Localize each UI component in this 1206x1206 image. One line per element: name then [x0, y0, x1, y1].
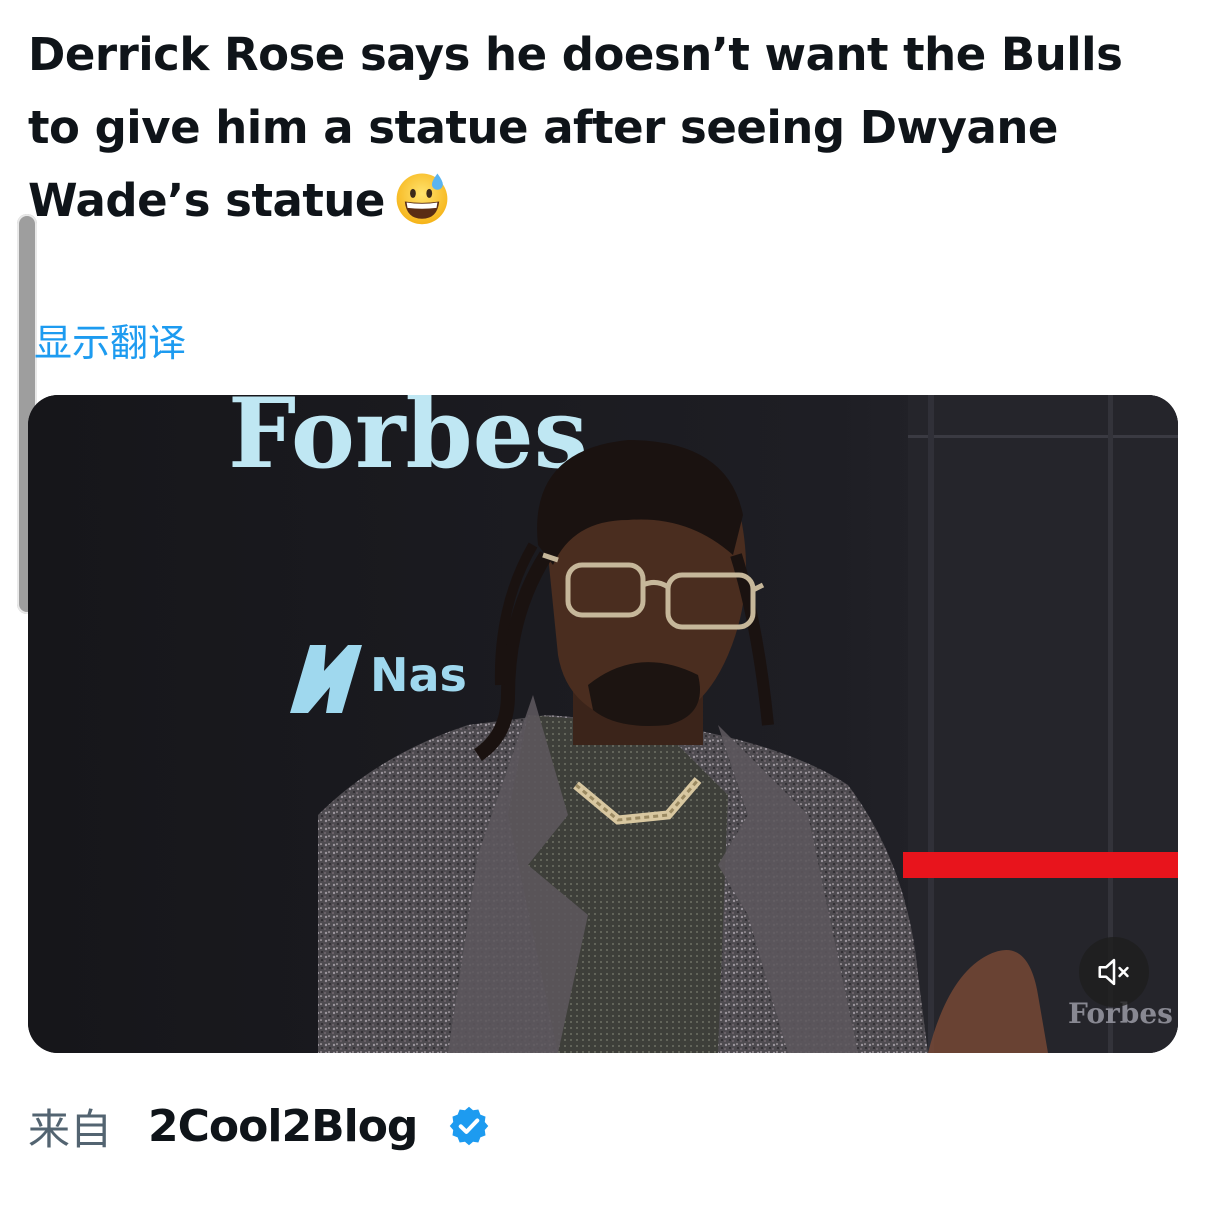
attribution-row: 来自 2Cool2Blog	[28, 1094, 491, 1158]
tweet-text: Derrick Rose says he doesn’t want the Bu…	[28, 18, 1178, 237]
mute-toggle-button[interactable]	[1079, 937, 1149, 1007]
author-name-link[interactable]: 2Cool2Blog	[148, 1101, 418, 1152]
sponsor-text: Nas	[370, 648, 467, 702]
video-player[interactable]: Forbes Nas Forbes	[28, 395, 1178, 1053]
backdrop-logo-text: Forbes	[228, 395, 588, 490]
verified-badge-icon	[450, 1106, 489, 1146]
show-translation-link[interactable]: 显示翻译	[34, 312, 186, 367]
speaker-muted-icon	[1098, 958, 1129, 986]
video-frame: Forbes Nas Forbes	[28, 395, 1178, 1053]
from-label: 来自	[28, 1104, 113, 1154]
tweet-view: Derrick Rose says he doesn’t want the Bu…	[0, 0, 1206, 1206]
tweet-text-content: Derrick Rose says he doesn’t want the Bu…	[28, 28, 1123, 227]
grinning-face-with-sweat-icon	[396, 173, 448, 225]
